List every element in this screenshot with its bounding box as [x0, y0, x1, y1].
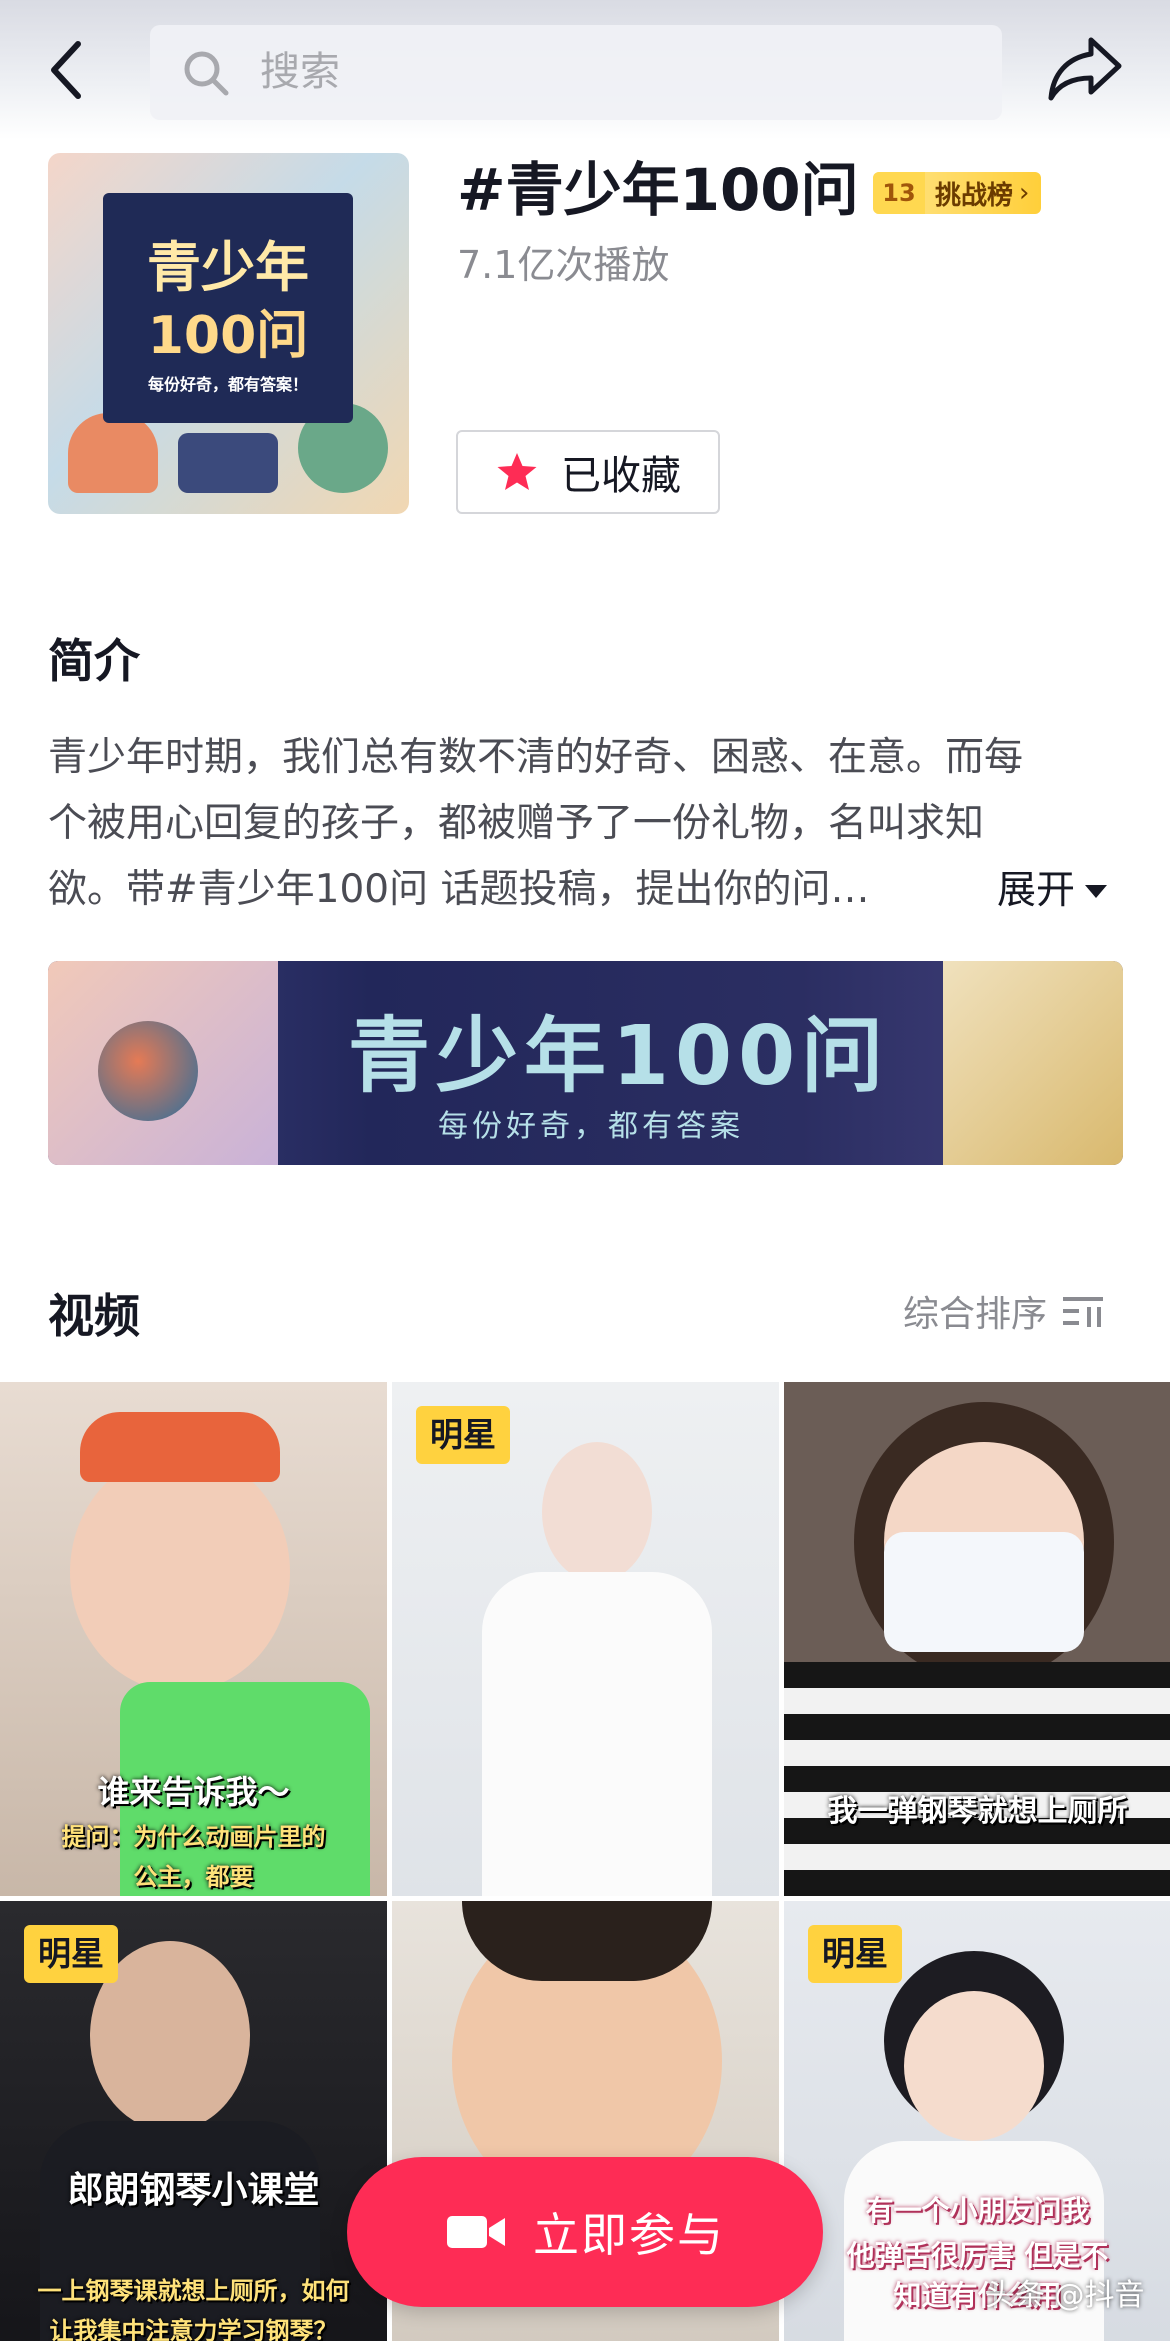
topic-title: #青少年100问 — [457, 156, 859, 224]
globe-illustration — [98, 1021, 198, 1121]
banner-title: 青少年100问 — [348, 1009, 890, 1104]
search-icon — [184, 51, 229, 96]
video-caption: 有一个小朋友问我 — [865, 2194, 1090, 2227]
challenge-rank-badge[interactable]: 13 挑战榜 › — [873, 172, 1042, 214]
cover-title-line1: 青少年 — [147, 236, 309, 299]
video-caption: 一上钢琴课就想上厕所，如何让我集中注意力学习钢琴？ — [37, 2277, 350, 2341]
watermark: 头条 @抖音 — [985, 2278, 1145, 2313]
cover-title-line2: 100问 — [147, 306, 309, 366]
video-caption: 我一弹钢琴就想上厕所 — [827, 1794, 1128, 1829]
video-thumbnail — [80, 1412, 280, 1482]
star-icon — [497, 453, 537, 490]
join-now-button[interactable]: 立即参与 — [347, 2157, 823, 2307]
share-icon — [1048, 37, 1122, 101]
top-bar: 搜索 — [0, 0, 1170, 140]
join-now-label: 立即参与 — [533, 2208, 725, 2262]
video-thumbnail — [542, 1442, 652, 1582]
sort-button[interactable]: 综合排序 — [903, 1285, 1105, 1337]
video-caption: 谁来告诉我～ — [97, 1773, 290, 1811]
banner-subtitle: 每份好奇，都有答案 — [438, 1109, 744, 1144]
celebrity-tag: 明星 — [24, 1925, 118, 1983]
video-thumbnail — [904, 1991, 1044, 2141]
video-tile[interactable]: 谁来告诉我～ 提问：为什么动画片里的公主，都要 — [0, 1382, 387, 1896]
videos-heading: 视频 — [48, 1289, 140, 1343]
intro-line: 欲。带#青少年100问 话题投稿，提出你的问… — [48, 867, 870, 912]
topic-cover-image: 青少年 100问 每份好奇，都有答案！ — [48, 153, 409, 514]
video-tile[interactable]: 我一弹钢琴就想上厕所 — [784, 1382, 1170, 1896]
sort-icon — [1063, 1297, 1104, 1327]
topic-banner[interactable]: 青少年100问 每份好奇，都有答案 — [48, 961, 1123, 1165]
video-thumbnail — [482, 1572, 712, 1896]
collect-button[interactable]: 已收藏 — [456, 430, 720, 514]
intro-heading: 简介 — [48, 634, 140, 688]
cover-decoration — [68, 413, 158, 493]
share-button[interactable] — [1045, 32, 1125, 107]
cover-decoration — [178, 433, 278, 493]
video-tile[interactable]: 明星 — [392, 1382, 779, 1896]
back-icon — [51, 41, 81, 99]
intro-text: 青少年时期，我们总有数不清的好奇、困惑、在意。而每 个被用心回复的孩子，都被赠予… — [48, 725, 1123, 923]
intro-line: 个被用心回复的孩子，都被赠予了一份礼物，名叫求知 — [48, 801, 985, 846]
video-thumbnail — [784, 1662, 1170, 1896]
cover-title-line3: 每份好奇，都有答案！ — [147, 375, 308, 394]
video-tile[interactable]: 明星 郎朗钢琴小课堂 一上钢琴课就想上厕所，如何让我集中注意力学习钢琴？ — [0, 1901, 387, 2341]
back-button[interactable] — [40, 30, 100, 110]
banner-decoration — [943, 961, 1123, 1165]
expand-button[interactable]: 展开 — [997, 858, 1109, 924]
collect-label: 已收藏 — [561, 453, 681, 499]
video-thumbnail — [70, 1452, 290, 1692]
sort-label: 综合排序 — [903, 1294, 1048, 1335]
rank-label: 挑战榜 — [935, 180, 1014, 211]
video-caption: 郎朗钢琴小课堂 — [67, 2170, 320, 2211]
cover-chalkboard: 青少年 100问 每份好奇，都有答案！ — [103, 193, 353, 423]
rank-number: 13 — [873, 172, 925, 214]
celebrity-tag: 明星 — [808, 1925, 902, 1983]
search-bar[interactable]: 搜索 — [150, 25, 1002, 120]
play-count: 7.1亿次播放 — [457, 243, 670, 287]
chevron-right-icon: › — [1019, 178, 1030, 208]
chevron-down-icon — [1085, 885, 1108, 898]
celebrity-tag: 明星 — [416, 1406, 510, 1464]
expand-label: 展开 — [997, 868, 1076, 913]
video-thumbnail — [884, 1532, 1084, 1652]
video-caption: 提问：为什么动画片里的公主，都要 — [61, 1823, 326, 1891]
search-placeholder: 搜索 — [260, 49, 340, 95]
intro-line: 青少年时期，我们总有数不清的好奇、困惑、在意。而每 — [48, 735, 1024, 780]
video-camera-icon — [447, 2216, 505, 2248]
